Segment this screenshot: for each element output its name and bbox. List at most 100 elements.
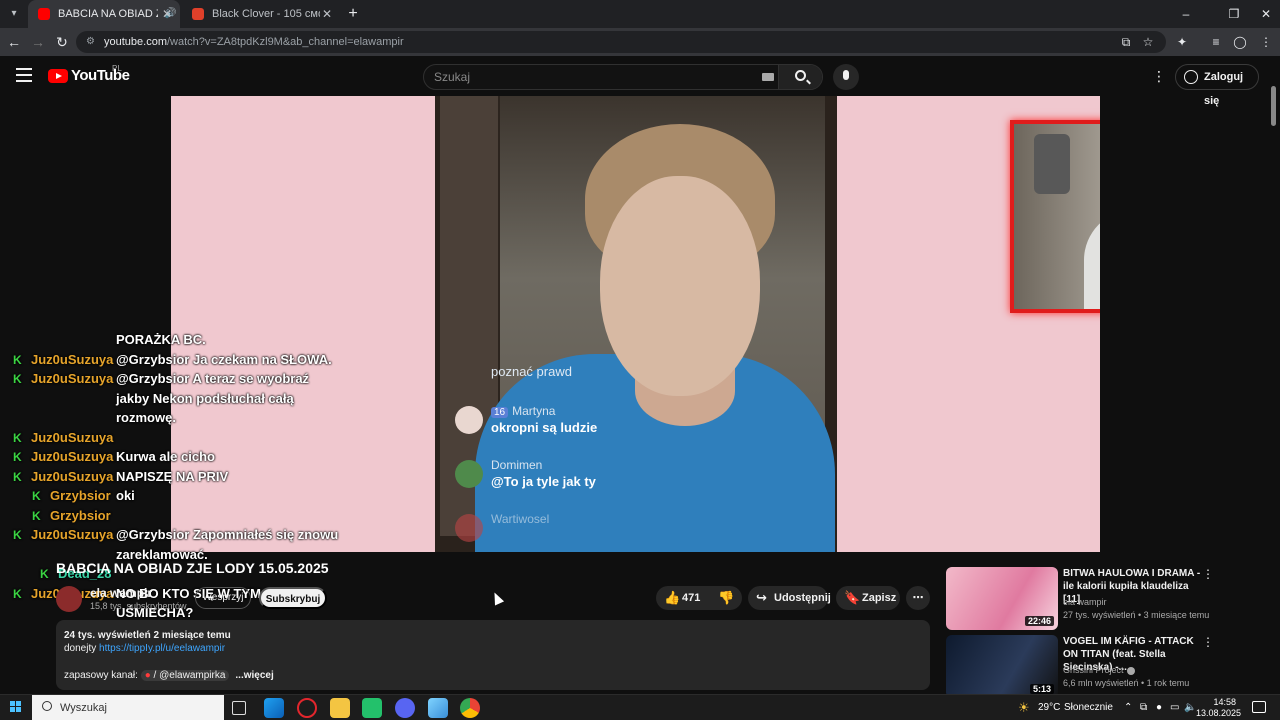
recommendation-channel[interactable]: Grissini Project bbox=[1063, 665, 1135, 675]
bookmark-icon: 🔖 bbox=[844, 590, 861, 605]
keyboard-icon[interactable] bbox=[762, 73, 774, 81]
notifications-icon[interactable] bbox=[1252, 701, 1266, 713]
overlay-chat-message: @Grzybsior A teraz se wyobraź bbox=[116, 371, 310, 386]
taskbar-clock[interactable]: 14:58 13.08.2025 bbox=[1196, 697, 1241, 719]
overlay-chat-user: Grzybsior bbox=[50, 488, 111, 503]
taskbar-search[interactable]: Wyszukaj bbox=[32, 695, 224, 720]
scrollbar-thumb[interactable] bbox=[1271, 86, 1276, 126]
backup-channel-line: zapasowy kanał: ● / @elawampirka ...więce… bbox=[64, 670, 274, 681]
weather-temperature[interactable]: 29°C bbox=[1038, 695, 1060, 720]
address-bar[interactable]: ⚙ youtube.com/watch?v=ZA8tpdKzl9M&ab_cha… bbox=[76, 31, 1166, 53]
search-input[interactable] bbox=[434, 65, 754, 89]
search-button[interactable] bbox=[778, 65, 822, 89]
like-dislike-group: 👍 471 👎 bbox=[656, 586, 742, 610]
opera-icon[interactable] bbox=[297, 698, 317, 718]
save-button[interactable]: 🔖 Zapisz bbox=[836, 586, 900, 610]
close-tab-icon[interactable]: ✕ bbox=[162, 0, 172, 28]
tab-search-dropdown-icon[interactable]: ▾ bbox=[6, 6, 22, 22]
kick-badge-icon: K bbox=[13, 450, 22, 464]
person-face bbox=[600, 176, 760, 396]
overlay-chat-message: NAPISZĘ NA PRIV bbox=[116, 468, 229, 484]
site-info-icon[interactable]: ⚙ bbox=[86, 36, 98, 48]
app-icon-3[interactable] bbox=[428, 698, 448, 718]
media-controls-icon[interactable]: ≡ bbox=[1206, 32, 1226, 52]
more-horizontal-icon: ⋯ bbox=[912, 592, 924, 604]
channel-avatar[interactable] bbox=[56, 586, 82, 612]
app-icon-2[interactable] bbox=[362, 698, 382, 718]
browser-tab-strip: ▾ BABCIA NA OBIAD ZJE LOD 🔊 ✕ Black Clov… bbox=[0, 0, 1280, 28]
settings-menu-icon[interactable]: ⋮ bbox=[1152, 68, 1166, 84]
close-tab-icon[interactable]: ✕ bbox=[322, 0, 332, 28]
new-tab-button[interactable]: + bbox=[344, 5, 362, 23]
backup-channel-chip[interactable]: ● / @elawampirka bbox=[140, 670, 230, 681]
kick-badge-icon: K bbox=[13, 586, 22, 601]
hamburger-menu-icon[interactable] bbox=[16, 68, 32, 82]
extensions-icon[interactable]: ✦ bbox=[1172, 32, 1192, 52]
dislike-icon[interactable]: 👎 bbox=[718, 586, 734, 610]
live-chat-text: @To ja tyle jak ty bbox=[491, 474, 596, 489]
voice-search-button[interactable] bbox=[833, 64, 859, 90]
share-label: Udostępnij bbox=[774, 592, 831, 604]
tray-chevron-icon[interactable]: ⌃ bbox=[1124, 695, 1132, 720]
donate-link[interactable]: https://tippIy.pl/u/eelawampir bbox=[99, 643, 225, 654]
discord-icon[interactable] bbox=[395, 698, 415, 718]
taskbar-search-label: Wyszukaj bbox=[60, 702, 107, 714]
recommendation-menu-icon[interactable]: ⋮ bbox=[1202, 635, 1214, 649]
weather-condition[interactable]: Słonecznie bbox=[1064, 695, 1113, 720]
microphone-tray-icon[interactable]: ● bbox=[1156, 695, 1162, 720]
tray-app-icon[interactable]: ⧉ bbox=[1140, 695, 1147, 720]
video-thumbnail[interactable]: 22:46 bbox=[946, 567, 1058, 630]
file-explorer-icon[interactable] bbox=[330, 698, 350, 718]
subscribe-button[interactable]: Subskrybuj bbox=[259, 587, 327, 609]
recommendation-item[interactable]: 5:13 VOGEL IM KÄFIG - ATTACK ON TITAN (f… bbox=[946, 635, 1266, 699]
like-count[interactable]: 471 bbox=[682, 586, 700, 610]
url-text: youtube.com/watch?v=ZA8tpdKzl9M&ab_chann… bbox=[104, 36, 404, 48]
chrome-icon[interactable] bbox=[454, 695, 486, 720]
close-window-button[interactable]: ✕ bbox=[1256, 4, 1276, 24]
app-icon-1[interactable] bbox=[264, 698, 284, 718]
kick-badge-icon: K bbox=[13, 469, 22, 484]
like-icon[interactable]: 👍 bbox=[664, 586, 680, 610]
sign-in-label: Zaloguj się bbox=[1204, 71, 1244, 107]
sign-in-button[interactable]: Zaloguj się bbox=[1175, 64, 1259, 107]
overlay-chat-user: Grzybsior bbox=[50, 507, 111, 523]
show-more-link[interactable]: ...więcej bbox=[235, 670, 273, 681]
recommendation-menu-icon[interactable]: ⋮ bbox=[1202, 567, 1214, 581]
overlay-chat-message: jakby Nekon podsłuchał całą bbox=[116, 390, 294, 406]
reload-button[interactable]: ↻ bbox=[52, 32, 72, 52]
tab-youtube[interactable]: BABCIA NA OBIAD ZJE LOD 🔊 ✕ bbox=[28, 0, 180, 28]
task-view-icon[interactable] bbox=[232, 701, 246, 715]
site-favicon-icon bbox=[192, 8, 204, 20]
tab-black-clover[interactable]: Black Clover - 105 смотреть ан ✕ bbox=[182, 0, 340, 28]
profile-icon[interactable]: ◯ bbox=[1230, 32, 1250, 52]
join-button[interactable]: Wesprzyj bbox=[195, 587, 251, 609]
clock-time: 14:58 bbox=[1213, 697, 1236, 707]
weather-sun-icon[interactable]: ☀ bbox=[1018, 695, 1030, 720]
avatar bbox=[455, 406, 483, 434]
browser-menu-icon[interactable]: ⋮ bbox=[1256, 32, 1276, 52]
recommendation-channel[interactable]: ela wampir bbox=[1063, 597, 1107, 607]
maximize-button[interactable]: ❐ bbox=[1224, 4, 1244, 24]
avatar bbox=[455, 460, 483, 488]
overlay-chat-user: Juz0uSuzuya bbox=[31, 371, 114, 386]
bookmark-star-icon[interactable]: ☆ bbox=[1140, 34, 1156, 50]
windows-start-icon[interactable] bbox=[10, 701, 22, 713]
forward-button[interactable]: → bbox=[28, 32, 48, 52]
account-icon bbox=[1184, 70, 1198, 84]
network-icon[interactable]: ▭ bbox=[1170, 695, 1179, 720]
channel-name[interactable]: ela wampir bbox=[90, 586, 152, 600]
volume-icon[interactable]: 🔈 bbox=[1184, 695, 1196, 720]
streamer-webcam bbox=[1010, 120, 1100, 313]
more-actions-button[interactable]: ⋯ bbox=[906, 586, 930, 610]
page-scrollbar[interactable] bbox=[1271, 86, 1276, 686]
video-thumbnail[interactable]: 5:13 bbox=[946, 635, 1058, 698]
level-badge: 16 bbox=[491, 407, 509, 418]
description-box[interactable]: 24 tys. wyświetleń 2 miesiące temu donej… bbox=[56, 620, 930, 690]
recommendation-item[interactable]: 22:46 BITWA HAULOWA I DRAMA - ile kalori… bbox=[946, 567, 1266, 631]
share-button[interactable]: ↪ Udostępnij bbox=[748, 586, 831, 610]
video-duration: 22:46 bbox=[1024, 616, 1054, 626]
cast-icon[interactable]: ⧉ bbox=[1118, 34, 1134, 50]
minimize-button[interactable]: – bbox=[1176, 4, 1196, 24]
donate-line: donejty https://tippIy.pl/u/eelawampir bbox=[64, 643, 226, 654]
back-button[interactable]: ← bbox=[4, 32, 24, 52]
